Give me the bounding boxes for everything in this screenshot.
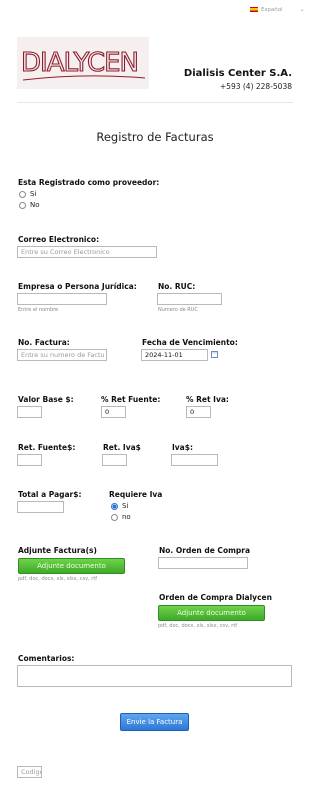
submit-button[interactable]: Envie la Factura xyxy=(120,713,189,731)
base-value-field[interactable] xyxy=(17,406,42,418)
due-date-field[interactable]: 2024-11-01 xyxy=(141,349,208,361)
ruc-helper: Numero de RUC xyxy=(158,307,198,313)
iva-label: Iva$: xyxy=(172,443,193,452)
es-flag-icon xyxy=(250,7,258,12)
po-dialycen-helper: pdf, doc, docx, xls, xlsx, csv, rtf xyxy=(158,623,238,629)
attach-invoice-button[interactable]: Adjunte documento xyxy=(18,558,125,574)
company-name: Dialisis Center S.A. xyxy=(183,68,292,79)
ruc-label: No. RUC: xyxy=(158,282,196,291)
email-field[interactable]: Entre su Correo Electronico xyxy=(17,246,157,258)
email-label: Correo Electronico: xyxy=(18,235,100,244)
company-logo: DIALYCEN xyxy=(17,37,149,89)
header-divider xyxy=(17,102,293,103)
requires-iva-option-no[interactable]: no xyxy=(111,513,131,521)
requires-iva-label: Requiere Iva xyxy=(109,490,163,499)
po-number-label: No. Orden de Compra xyxy=(159,546,251,555)
company-phone: +593 (4) 228-5038 xyxy=(219,82,292,91)
due-date-label: Fecha de Vencimiento: xyxy=(142,338,238,347)
po-dialycen-label: Orden de Compra Dialycen xyxy=(159,593,272,602)
invoice-no-label: No. Factura: xyxy=(18,338,70,347)
po-dialycen-button[interactable]: Adjunte documento xyxy=(158,605,265,621)
base-value-label: Valor Base $: xyxy=(18,395,74,404)
po-number-field[interactable] xyxy=(158,557,248,569)
provider-label: Esta Registrado como proveedor: xyxy=(18,178,160,187)
form-title: Registro de Facturas xyxy=(96,130,214,144)
calendar-icon[interactable] xyxy=(211,351,218,358)
requires-iva-option-si[interactable]: Si xyxy=(111,502,128,510)
radio-requires-iva-no[interactable] xyxy=(111,513,118,521)
ret-iva-pct-field[interactable]: 0 xyxy=(186,406,211,418)
ret-iva-field[interactable] xyxy=(102,454,127,466)
radio-si[interactable] xyxy=(19,190,26,198)
radio-requires-iva-si[interactable] xyxy=(111,502,118,510)
ret-iva-label: Ret. Iva$ xyxy=(103,443,141,452)
chevron-down-icon: ⌄ xyxy=(299,6,305,13)
provider-option-si[interactable]: Si xyxy=(19,190,36,198)
iva-field[interactable] xyxy=(171,454,218,466)
total-field[interactable] xyxy=(17,501,64,513)
code-field[interactable]: Codigo xyxy=(17,766,42,778)
comments-textarea[interactable] xyxy=(17,665,292,687)
total-label: Total a Pagar$: xyxy=(18,490,82,499)
ret-fuente-label: Ret. Fuente$: xyxy=(18,443,76,452)
invoice-no-field[interactable]: Entre su numero de Factu xyxy=(17,349,107,361)
ret-iva-pct-label: % Ret Iva: xyxy=(186,395,229,404)
language-selector[interactable]: Español ⌄ xyxy=(250,6,305,13)
ret-fuente-pct-label: % Ret Fuente: xyxy=(101,395,161,404)
provider-option-si-label: Si xyxy=(30,190,37,198)
ret-fuente-pct-field[interactable]: 0 xyxy=(101,406,126,418)
language-label: Español xyxy=(261,6,283,13)
requires-iva-option-si-label: Si xyxy=(122,502,129,510)
comments-label: Comentarios: xyxy=(18,654,75,663)
ruc-field[interactable] xyxy=(157,293,222,305)
company-field[interactable] xyxy=(17,293,107,305)
svg-text:DIALYCEN: DIALYCEN xyxy=(21,48,138,78)
requires-iva-option-no-label: no xyxy=(122,513,131,521)
attach-invoice-helper: pdf, doc, docx, xls, xlsx, csv, rtf xyxy=(18,576,98,582)
provider-option-no-label: No xyxy=(30,201,40,209)
attach-invoice-label: Adjunte Factura(s) xyxy=(18,546,97,555)
radio-no[interactable] xyxy=(19,201,26,209)
company-label: Empresa o Persona Jurídica: xyxy=(18,282,137,291)
ret-fuente-field[interactable] xyxy=(17,454,42,466)
provider-option-no[interactable]: No xyxy=(19,201,40,209)
company-helper: Entre el nombre xyxy=(18,307,59,313)
